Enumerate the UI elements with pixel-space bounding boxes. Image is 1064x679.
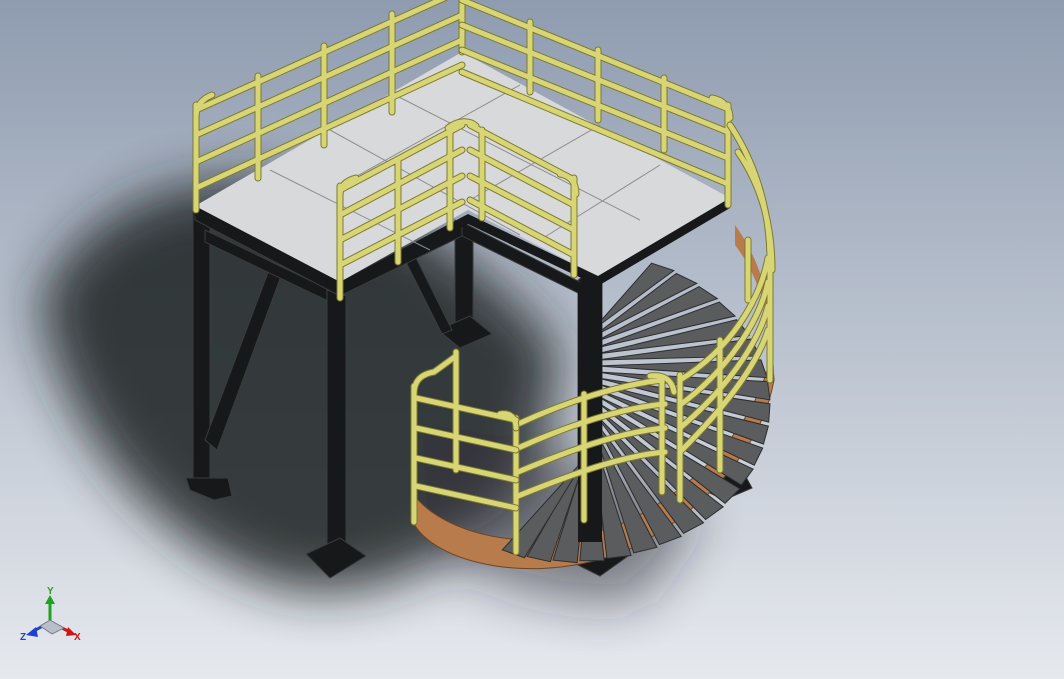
axis-label-x: X — [74, 632, 81, 643]
axis-label-z: Z — [20, 632, 26, 643]
axis-label-y: Y — [47, 586, 54, 597]
cad-graphics-viewport[interactable]: X Y Z — [0, 0, 1064, 679]
model-canvas[interactable]: X Y Z — [0, 0, 1064, 679]
